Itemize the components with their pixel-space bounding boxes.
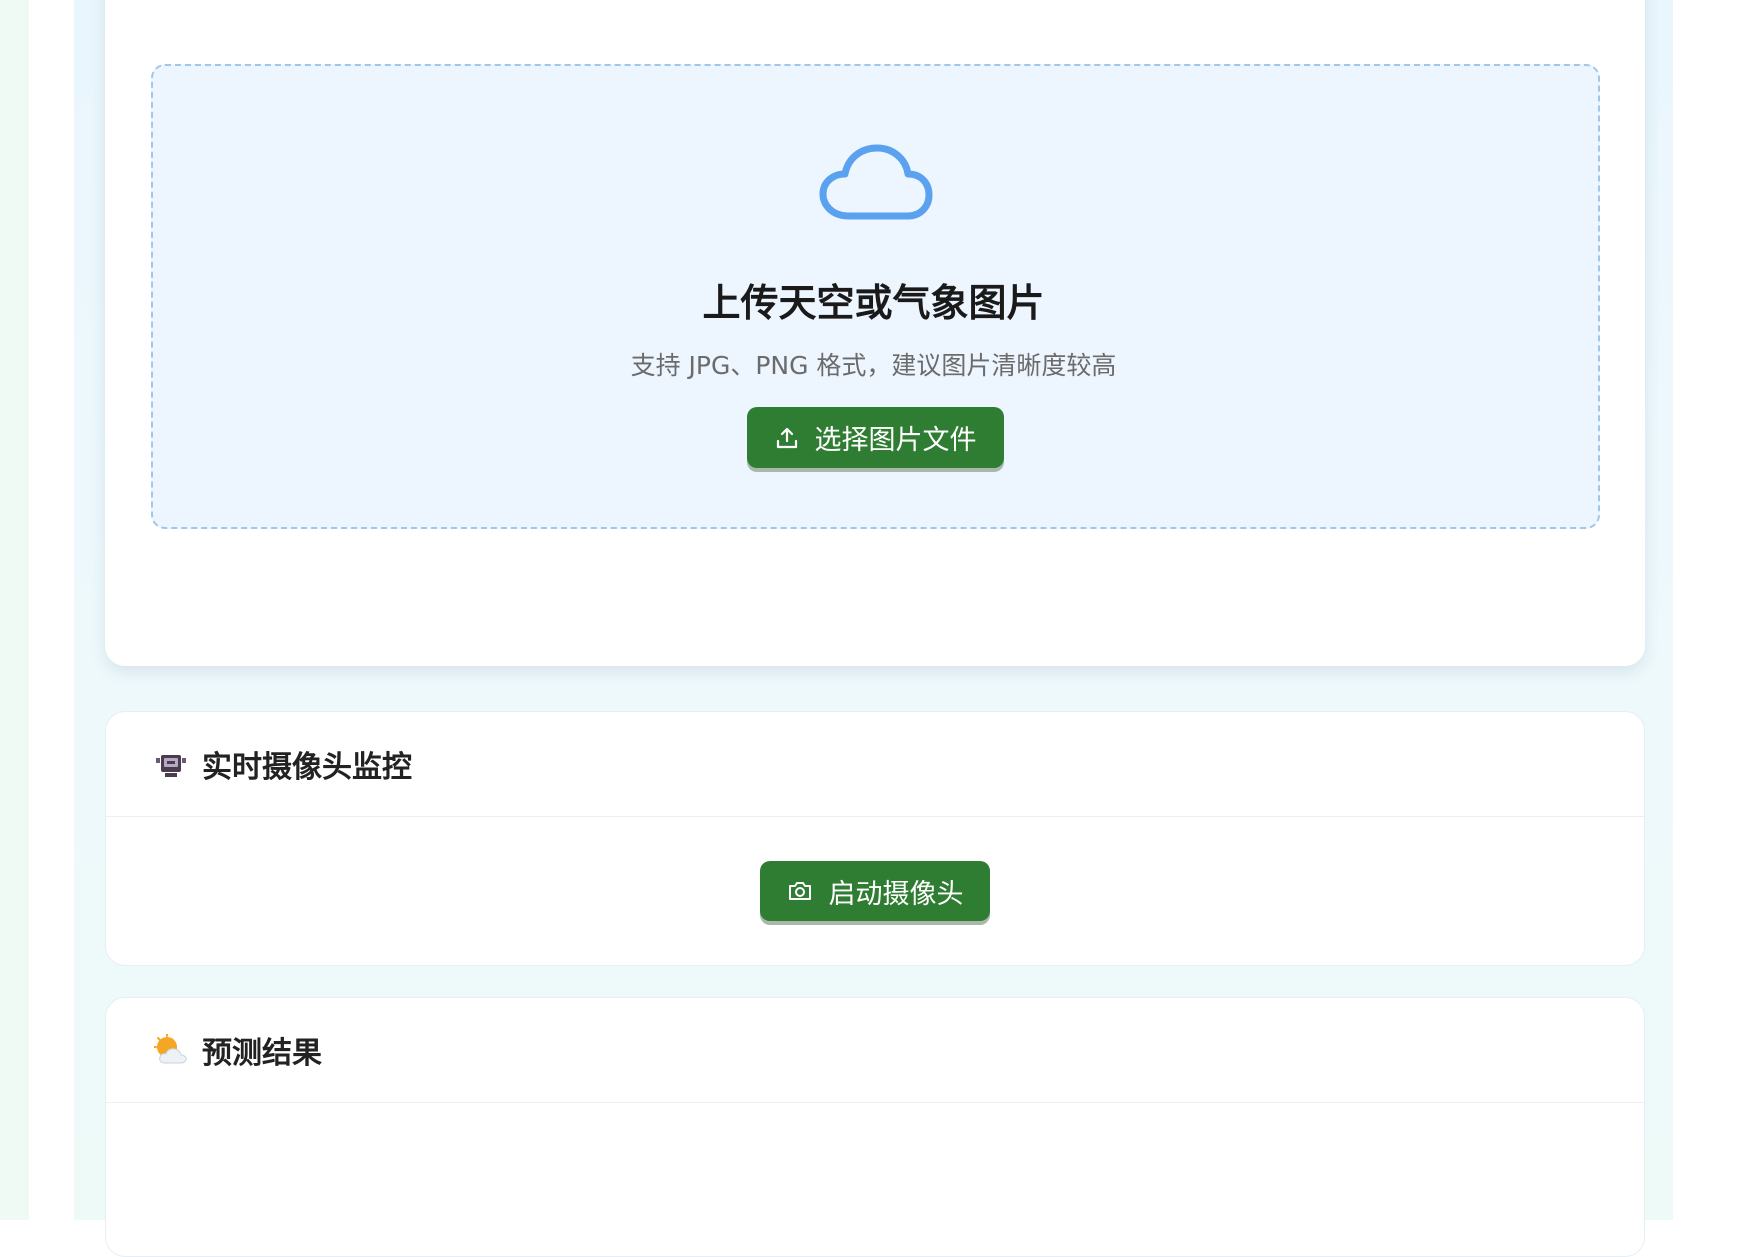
page-left-edge bbox=[0, 0, 29, 1220]
camera-icon bbox=[788, 882, 811, 900]
sun-behind-cloud-icon bbox=[154, 1033, 188, 1067]
result-card-header: 预测结果 bbox=[106, 998, 1644, 1103]
start-camera-button[interactable]: 启动摄像头 bbox=[760, 861, 990, 921]
cloud-icon bbox=[819, 144, 933, 220]
start-camera-label: 启动摄像头 bbox=[828, 878, 964, 910]
page-right-edge bbox=[1723, 0, 1747, 1220]
upload-title: 上传天空或气象图片 bbox=[702, 281, 1045, 325]
select-image-label: 选择图片文件 bbox=[814, 425, 977, 456]
select-image-button[interactable]: 选择图片文件 bbox=[747, 407, 1004, 468]
result-card: 预测结果 bbox=[105, 997, 1645, 1257]
camera-card-title: 实时摄像头监控 bbox=[202, 750, 412, 785]
result-card-title: 预测结果 bbox=[202, 1036, 322, 1071]
upload-hint: 支持 JPG、PNG 格式，建议图片清晰度较高 bbox=[630, 351, 1117, 380]
camera-card: 实时摄像头监控 bbox=[105, 711, 1645, 966]
upload-icon bbox=[776, 427, 797, 448]
camera-card-header: 实时摄像头监控 bbox=[106, 712, 1644, 817]
video-camera-icon bbox=[154, 747, 188, 781]
